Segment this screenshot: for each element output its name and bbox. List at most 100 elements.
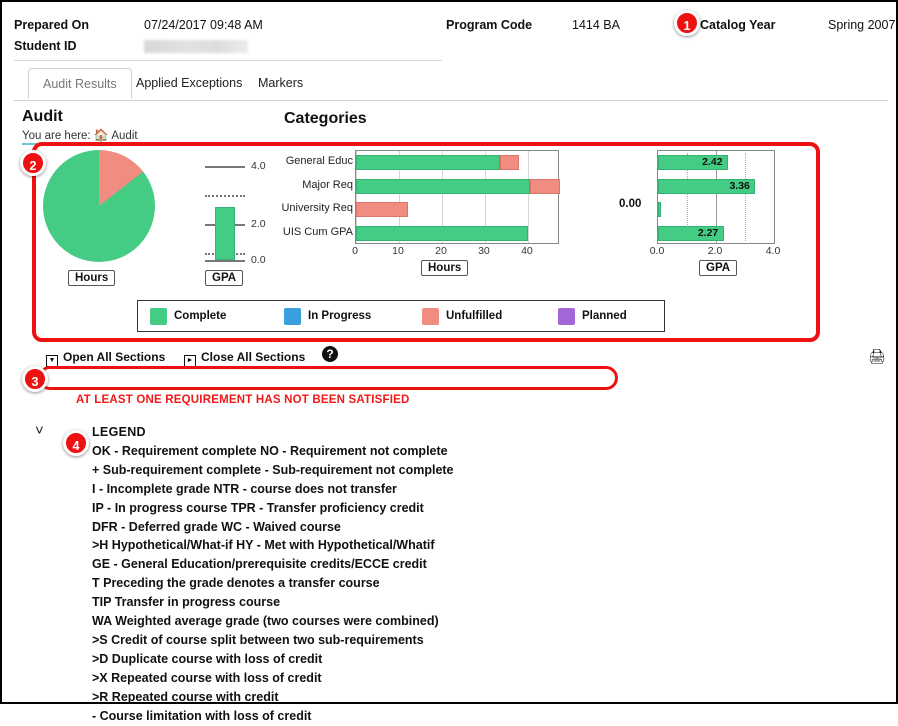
legend-line: - Course limitation with loss of credit: [92, 708, 312, 723]
audit-report-page: Prepared On 07/24/2017 09:48 AM Program …: [0, 0, 898, 723]
student-id-value-redacted: [144, 40, 248, 53]
legend-line: WA Weighted average grade (two courses w…: [92, 614, 439, 629]
gpa-zero-value-label: 0.00: [619, 198, 642, 210]
hours-bar-segment-complete: [356, 225, 528, 241]
hours-category-labels: General Educ Major Req University Req UI…: [271, 150, 353, 244]
annotation-region-empty-bar: [38, 366, 618, 390]
legend-line: GE - General Education/prerequisite cred…: [92, 557, 427, 572]
hours-bar-row: [356, 222, 558, 246]
legend-line: + Sub-requirement complete - Sub-require…: [92, 462, 454, 477]
legend-item-in-progress: In Progress: [284, 307, 371, 325]
catalog-year-value: Spring 2007: [828, 18, 896, 32]
hours-x-axis: 0 10 20 30 40: [352, 245, 559, 261]
report-header: Prepared On 07/24/2017 09:48 AM Program …: [2, 14, 898, 40]
hours-bar-segment-unfulfilled: [499, 155, 520, 170]
tab-applied-exceptions[interactable]: Applied Exceptions: [122, 68, 256, 99]
close-all-sections-label: Close All Sections: [201, 350, 306, 364]
legend-line: I - Incomplete grade NTR - course does n…: [92, 481, 397, 496]
question-mark-icon[interactable]: ?: [322, 346, 338, 362]
breadcrumb-current[interactable]: Audit: [111, 130, 137, 142]
gpa-bar-chart: 0.00 2.42 3.36 2.27 0.0 2.0 4.0 GPA: [599, 150, 781, 276]
printer-icon[interactable]: 🖨: [868, 348, 886, 365]
hours-tick-label: 10: [392, 245, 404, 257]
gpa-value-label: 2.42: [702, 156, 723, 168]
gpa-tick-label: 4.0: [765, 245, 781, 257]
legend-swatch: [150, 307, 167, 325]
chevron-down-icon[interactable]: ˅: [35, 422, 44, 439]
hours-cat-3: UIS Cum GPA: [282, 225, 353, 238]
legend-line: DFR - Deferred grade WC - Waived course: [92, 519, 341, 534]
legend-item-complete: Complete: [150, 307, 226, 325]
legend-label: Complete: [174, 310, 227, 322]
gpa-column-title: GPA: [205, 270, 244, 286]
legend-line: >X Repeated course with loss of credit: [92, 670, 322, 685]
hours-bar-row: [356, 151, 558, 175]
hours-tick-label: 0: [352, 245, 358, 257]
legend-line: >D Duplicate course with loss of credit: [92, 651, 323, 666]
home-icon: 🏠: [93, 128, 109, 142]
gpa-value-label: 2.27: [697, 226, 719, 239]
hours-bar-segment-unfulfilled: [356, 202, 408, 217]
hours-bar-segment-complete: [356, 155, 500, 170]
hours-bar-row: [356, 175, 561, 199]
gpa-tick-label: 2.0: [707, 245, 723, 257]
gpa-column-bar: [215, 206, 235, 260]
header-divider: [14, 60, 442, 61]
gpa-col-tick-label-top: 4.0: [251, 160, 266, 172]
gpa-x-axis: 0.0 2.0 4.0: [650, 245, 781, 261]
hours-cat-0: General Educ: [285, 155, 353, 167]
gpa-axis-title: GPA: [699, 260, 738, 276]
prepared-on-value: 07/24/2017 09:48 AM: [144, 18, 263, 32]
legend-title: LEGEND: [92, 425, 146, 439]
legend-label: In Progress: [308, 310, 372, 322]
tab-markers[interactable]: Markers: [244, 68, 317, 99]
legend-line: >S Credit of course split between two su…: [92, 632, 424, 647]
legend-line: T Preceding the grade denotes a transfer…: [92, 576, 380, 591]
tab-bar: Audit Results Applied Exceptions Markers: [14, 68, 888, 101]
open-all-sections-button[interactable]: ▼ Open All Sections: [46, 350, 166, 367]
gpa-plot-area: 2.42 3.36 2.27: [657, 150, 775, 244]
legend-label: Planned: [582, 310, 627, 322]
open-all-sections-label: Open All Sections: [63, 350, 166, 364]
gpa-col-tick-bottom: [205, 260, 245, 262]
legend-text-block: LEGEND OK - Requirement complete NO - Req…: [92, 423, 522, 726]
prepared-on-label: Prepared On: [14, 18, 90, 32]
program-code-value: 1414 BA: [572, 18, 620, 32]
hours-tick-label: 20: [435, 245, 447, 257]
hours-bar-chart: General Educ Major Req University Req UI…: [271, 150, 561, 276]
hours-bar-segment-complete: [356, 178, 531, 194]
breadcrumb: You are here: 🏠 Audit: [22, 128, 138, 142]
breadcrumb-prefix: You are here:: [22, 130, 91, 142]
annotation-badge-2: 2: [20, 150, 46, 176]
gpa-col-tick-top: [205, 166, 245, 168]
gpa-col-tick-mid-upper: [205, 195, 245, 197]
legend-line: TIP Transfer in progress course: [92, 595, 281, 610]
legend-label: Unfulfilled: [446, 310, 503, 322]
hours-axis-title: Hours: [421, 260, 469, 276]
hours-cat-1: Major Req: [302, 178, 353, 191]
gpa-value-label: 3.36: [729, 179, 750, 192]
categories-rule: [284, 143, 780, 145]
legend-swatch: [422, 307, 439, 325]
tab-audit-results[interactable]: Audit Results: [28, 68, 132, 99]
annotation-badge-4: 4: [63, 430, 89, 456]
hours-pie-title: Hours: [68, 270, 116, 286]
legend-line: OK - Requirement complete NO - Requireme…: [92, 443, 448, 458]
warning-message: AT LEAST ONE REQUIREMENT HAS NOT BEEN SA…: [76, 394, 410, 406]
legend-item-planned: Planned: [558, 307, 627, 325]
audit-heading: Audit: [22, 108, 63, 125]
legend-line: IP - In progress course TPR - Transfer p…: [92, 500, 424, 515]
audit-rule: [22, 143, 274, 145]
hours-cat-2: University Req: [281, 202, 353, 214]
annotation-badge-3: 3: [22, 366, 48, 392]
hours-bar-segment-unfulfilled: [530, 178, 561, 194]
gpa-bar-segment: [658, 202, 661, 217]
chart-legend: Complete In Progress Unfulfilled Planned: [137, 300, 665, 332]
hours-plot-area: [355, 150, 561, 246]
hours-tick-label: 40: [521, 245, 533, 257]
legend-item-unfulfilled: Unfulfilled: [422, 307, 502, 325]
gpa-bar-row: 2.42: [658, 151, 774, 175]
legend-line: >H Hypothetical/What-if HY - Met with Hy…: [92, 538, 435, 553]
gpa-col-tick-label-mid: 2.0: [251, 218, 266, 230]
close-all-sections-button[interactable]: ► Close All Sections: [184, 350, 306, 367]
